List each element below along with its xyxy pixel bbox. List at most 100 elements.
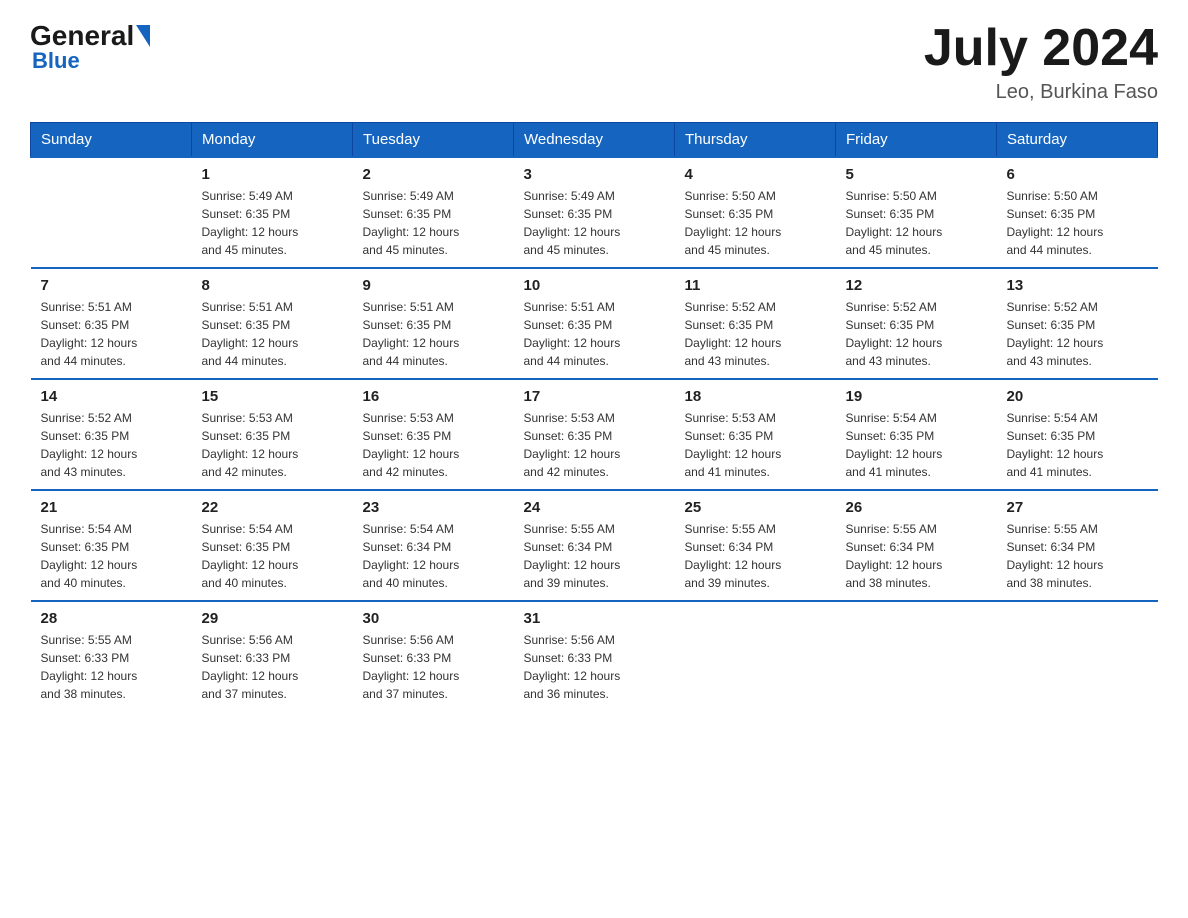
column-header-sunday: Sunday [31,123,192,158]
day-number: 28 [41,610,182,627]
day-number: 13 [1007,277,1148,294]
day-info: Sunrise: 5:49 AMSunset: 6:35 PMDaylight:… [202,187,343,259]
day-info: Sunrise: 5:53 AMSunset: 6:35 PMDaylight:… [524,409,665,481]
day-info: Sunrise: 5:56 AMSunset: 6:33 PMDaylight:… [363,631,504,703]
day-info: Sunrise: 5:53 AMSunset: 6:35 PMDaylight:… [202,409,343,481]
calendar-cell: 29 Sunrise: 5:56 AMSunset: 6:33 PMDayligh… [192,601,353,711]
calendar-header-row: SundayMondayTuesdayWednesdayThursdayFrid… [31,123,1158,158]
calendar-cell: 1 Sunrise: 5:49 AMSunset: 6:35 PMDaylight… [192,157,353,268]
day-info: Sunrise: 5:50 AMSunset: 6:35 PMDaylight:… [685,187,826,259]
day-number: 17 [524,388,665,405]
day-number: 20 [1007,388,1148,405]
calendar-cell: 30 Sunrise: 5:56 AMSunset: 6:33 PMDayligh… [353,601,514,711]
column-header-friday: Friday [836,123,997,158]
day-number: 19 [846,388,987,405]
day-number: 15 [202,388,343,405]
day-number: 16 [363,388,504,405]
day-number: 8 [202,277,343,294]
day-info: Sunrise: 5:52 AMSunset: 6:35 PMDaylight:… [1007,298,1148,370]
calendar-cell: 16 Sunrise: 5:53 AMSunset: 6:35 PMDayligh… [353,379,514,490]
calendar-cell [997,601,1158,711]
calendar-title: July 2024 [924,20,1158,77]
day-info: Sunrise: 5:50 AMSunset: 6:35 PMDaylight:… [846,187,987,259]
calendar-cell: 28 Sunrise: 5:55 AMSunset: 6:33 PMDayligh… [31,601,192,711]
day-number: 11 [685,277,826,294]
calendar-cell: 6Sunrise: 5:50 AMSunset: 6:35 PMDaylight… [997,157,1158,268]
day-number: 1 [202,166,343,183]
day-number: 25 [685,499,826,516]
day-info: Sunrise: 5:51 AMSunset: 6:35 PMDaylight:… [363,298,504,370]
calendar-location: Leo, Burkina Faso [924,81,1158,104]
calendar-cell: 7Sunrise: 5:51 AMSunset: 6:35 PMDaylight… [31,268,192,379]
calendar-cell: 14Sunrise: 5:52 AMSunset: 6:35 PMDayligh… [31,379,192,490]
calendar-cell: 15 Sunrise: 5:53 AMSunset: 6:35 PMDayligh… [192,379,353,490]
calendar-cell: 27Sunrise: 5:55 AMSunset: 6:34 PMDayligh… [997,490,1158,601]
day-number: 31 [524,610,665,627]
day-number: 21 [41,499,182,516]
day-info: Sunrise: 5:52 AMSunset: 6:35 PMDaylight:… [685,298,826,370]
calendar-cell: 13 Sunrise: 5:52 AMSunset: 6:35 PMDayligh… [997,268,1158,379]
calendar-cell: 23Sunrise: 5:54 AMSunset: 6:34 PMDayligh… [353,490,514,601]
calendar-cell: 5 Sunrise: 5:50 AMSunset: 6:35 PMDaylight… [836,157,997,268]
calendar-cell: 31 Sunrise: 5:56 AMSunset: 6:33 PMDayligh… [514,601,675,711]
day-info: Sunrise: 5:53 AMSunset: 6:35 PMDaylight:… [685,409,826,481]
calendar-week-3: 14Sunrise: 5:52 AMSunset: 6:35 PMDayligh… [31,379,1158,490]
day-number: 24 [524,499,665,516]
day-info: Sunrise: 5:51 AMSunset: 6:35 PMDaylight:… [524,298,665,370]
calendar-cell: 11 Sunrise: 5:52 AMSunset: 6:35 PMDayligh… [675,268,836,379]
day-info: Sunrise: 5:56 AMSunset: 6:33 PMDaylight:… [524,631,665,703]
day-info: Sunrise: 5:49 AMSunset: 6:35 PMDaylight:… [363,187,504,259]
day-number: 18 [685,388,826,405]
day-number: 26 [846,499,987,516]
calendar-cell: 25 Sunrise: 5:55 AMSunset: 6:34 PMDayligh… [675,490,836,601]
day-info: Sunrise: 5:55 AMSunset: 6:34 PMDaylight:… [685,520,826,592]
calendar-table: SundayMondayTuesdayWednesdayThursdayFrid… [30,122,1158,711]
day-number: 14 [41,388,182,405]
calendar-cell [675,601,836,711]
logo-blue-text: Blue [32,48,80,74]
day-info: Sunrise: 5:52 AMSunset: 6:35 PMDaylight:… [846,298,987,370]
day-info: Sunrise: 5:51 AMSunset: 6:35 PMDaylight:… [41,298,182,370]
calendar-week-4: 21 Sunrise: 5:54 AMSunset: 6:35 PMDayligh… [31,490,1158,601]
calendar-week-5: 28 Sunrise: 5:55 AMSunset: 6:33 PMDayligh… [31,601,1158,711]
day-number: 30 [363,610,504,627]
day-info: Sunrise: 5:56 AMSunset: 6:33 PMDaylight:… [202,631,343,703]
title-block: July 2024 Leo, Burkina Faso [924,20,1158,104]
day-info: Sunrise: 5:55 AMSunset: 6:34 PMDaylight:… [846,520,987,592]
day-number: 10 [524,277,665,294]
column-header-monday: Monday [192,123,353,158]
day-info: Sunrise: 5:54 AMSunset: 6:35 PMDaylight:… [41,520,182,592]
calendar-cell: 3Sunrise: 5:49 AMSunset: 6:35 PMDaylight… [514,157,675,268]
calendar-week-2: 7Sunrise: 5:51 AMSunset: 6:35 PMDaylight… [31,268,1158,379]
column-header-saturday: Saturday [997,123,1158,158]
day-number: 5 [846,166,987,183]
calendar-week-1: 1 Sunrise: 5:49 AMSunset: 6:35 PMDaylight… [31,157,1158,268]
page-header: General Blue July 2024 Leo, Burkina Faso [30,20,1158,104]
day-info: Sunrise: 5:54 AMSunset: 6:35 PMDaylight:… [202,520,343,592]
column-header-wednesday: Wednesday [514,123,675,158]
calendar-cell: 19Sunrise: 5:54 AMSunset: 6:35 PMDayligh… [836,379,997,490]
calendar-cell: 26 Sunrise: 5:55 AMSunset: 6:34 PMDayligh… [836,490,997,601]
day-info: Sunrise: 5:55 AMSunset: 6:33 PMDaylight:… [41,631,182,703]
day-number: 3 [524,166,665,183]
day-number: 22 [202,499,343,516]
day-number: 12 [846,277,987,294]
calendar-cell: 12 Sunrise: 5:52 AMSunset: 6:35 PMDayligh… [836,268,997,379]
calendar-cell: 22 Sunrise: 5:54 AMSunset: 6:35 PMDayligh… [192,490,353,601]
calendar-cell: 9 Sunrise: 5:51 AMSunset: 6:35 PMDaylight… [353,268,514,379]
logo: General Blue [30,20,152,74]
day-number: 29 [202,610,343,627]
calendar-cell: 18 Sunrise: 5:53 AMSunset: 6:35 PMDayligh… [675,379,836,490]
day-number: 27 [1007,499,1148,516]
day-info: Sunrise: 5:54 AMSunset: 6:35 PMDaylight:… [1007,409,1148,481]
calendar-cell: 24 Sunrise: 5:55 AMSunset: 6:34 PMDayligh… [514,490,675,601]
calendar-cell: 8Sunrise: 5:51 AMSunset: 6:35 PMDaylight… [192,268,353,379]
calendar-cell: 10 Sunrise: 5:51 AMSunset: 6:35 PMDayligh… [514,268,675,379]
calendar-cell [836,601,997,711]
day-number: 2 [363,166,504,183]
day-number: 23 [363,499,504,516]
day-info: Sunrise: 5:53 AMSunset: 6:35 PMDaylight:… [363,409,504,481]
day-info: Sunrise: 5:55 AMSunset: 6:34 PMDaylight:… [524,520,665,592]
day-number: 9 [363,277,504,294]
calendar-cell: 21 Sunrise: 5:54 AMSunset: 6:35 PMDayligh… [31,490,192,601]
